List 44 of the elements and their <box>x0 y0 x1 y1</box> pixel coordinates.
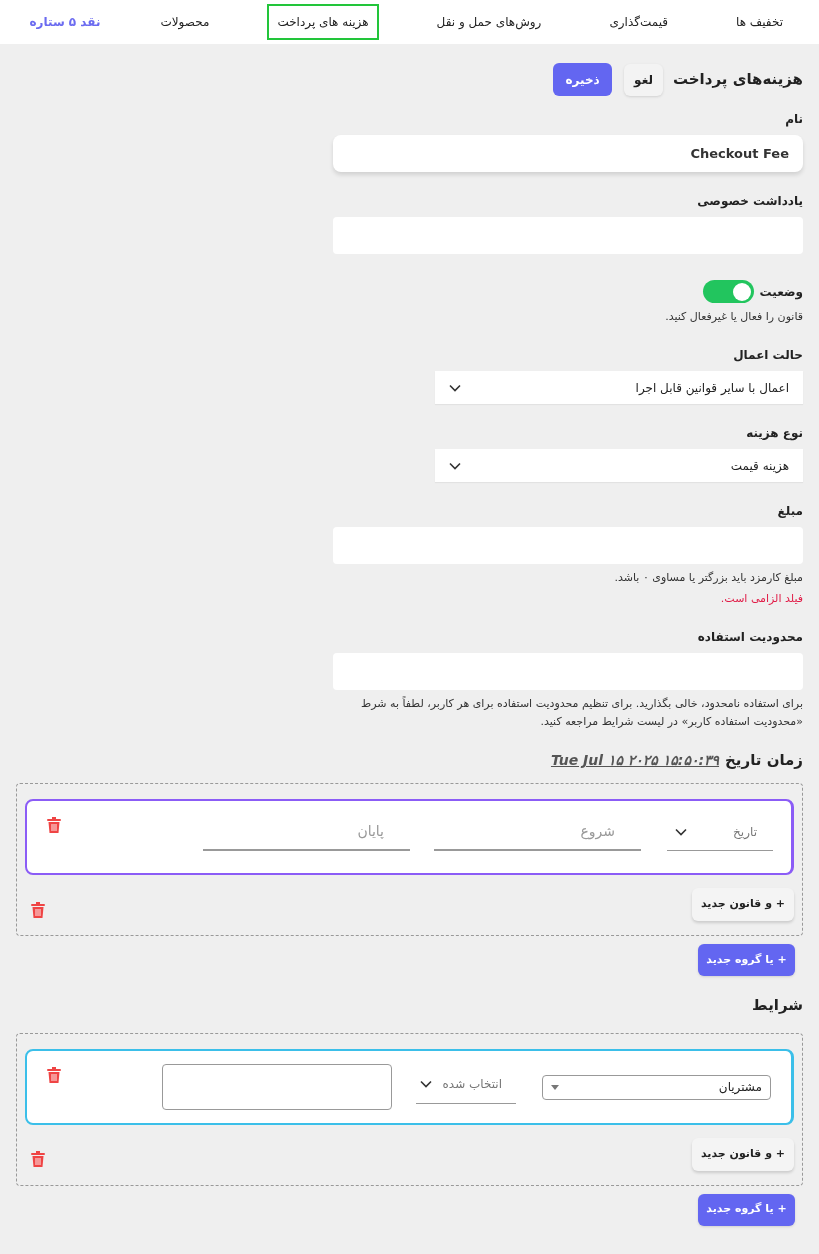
help-text: مبلغ کارمزد باید بزرگتر یا مساوی ۰ باشد. <box>613 570 803 586</box>
date-text: Tue Jul ۱۵ ۲۰۲۵ ۱۵:۵۰:۳۹ <box>550 751 720 770</box>
select-field[interactable]: انتخاب شده <box>416 1065 516 1104</box>
save-button[interactable]: ذخیره <box>553 63 613 96</box>
field-label: نوع هزینه <box>745 425 803 442</box>
field-label: حالت اعمال <box>732 347 803 364</box>
select-field[interactable]: اعمال با سایر قوانین قابل اجرا <box>435 371 803 404</box>
chevron-down-icon <box>449 461 461 470</box>
add-rule-button[interactable]: + و قانون جدید <box>692 1137 794 1171</box>
select-field[interactable]: هزینه قیمت <box>435 449 803 482</box>
field-label: نام <box>784 111 803 128</box>
field-label: مبلغ <box>776 503 803 520</box>
field-label: یادداشت خصوصی <box>696 193 803 210</box>
help-text: برای استفاده نامحدود، خالی بگذارید. برای تنظیم محدودیت استفاده برای هر کاربر، لطفاً به شرط «محدودیت استفاده کاربر» در لیست شرایط مراجعه کنید. <box>360 695 803 730</box>
nav-link[interactable]: نقد ۵ ستاره <box>27 13 103 31</box>
add-group-button[interactable]: + یا گروه جدید <box>698 944 795 976</box>
nav-tab[interactable]: هزینه های پرداخت <box>267 4 379 40</box>
select-field[interactable]: مشتریان <box>542 1074 771 1100</box>
nav-tab[interactable]: محصولات <box>150 4 220 40</box>
section-title: زمان تاریخ <box>725 749 803 771</box>
input-field[interactable]: Checkout Fee <box>333 135 803 172</box>
input-field[interactable] <box>162 1063 392 1110</box>
field-label: محدودیت استفاده <box>696 628 803 646</box>
chevron-down-icon <box>675 827 687 836</box>
trash-icon <box>31 901 45 918</box>
nav-tab[interactable]: روش‌های حمل و نقل <box>426 4 552 40</box>
trash-icon <box>47 817 61 833</box>
field-label: وضعیت <box>759 283 803 301</box>
add-group-button[interactable]: + یا گروه جدید <box>698 1193 795 1226</box>
error-text: فیلد الزامی است. <box>719 591 803 607</box>
trash-icon <box>31 1151 45 1167</box>
status-toggle[interactable] <box>702 280 754 303</box>
chevron-down-icon <box>420 1080 432 1088</box>
help-text: قانون را فعال یا غیرفعال کنید. <box>664 309 803 325</box>
caret-down-icon <box>551 1084 559 1090</box>
add-rule-button[interactable]: + و قانون جدید <box>692 888 794 921</box>
page-title: هزینه‌های پرداخت <box>672 69 803 91</box>
nav-tab[interactable]: تخفیف ها <box>726 4 793 40</box>
chevron-down-icon <box>449 383 461 392</box>
nav-tab[interactable]: قیمت‌گذاری <box>599 4 678 40</box>
trash-icon <box>47 1066 61 1083</box>
cancel-button[interactable]: لغو <box>624 63 663 96</box>
select-field[interactable]: تاریخ <box>667 813 773 851</box>
section-title: شرایط <box>751 995 803 1016</box>
